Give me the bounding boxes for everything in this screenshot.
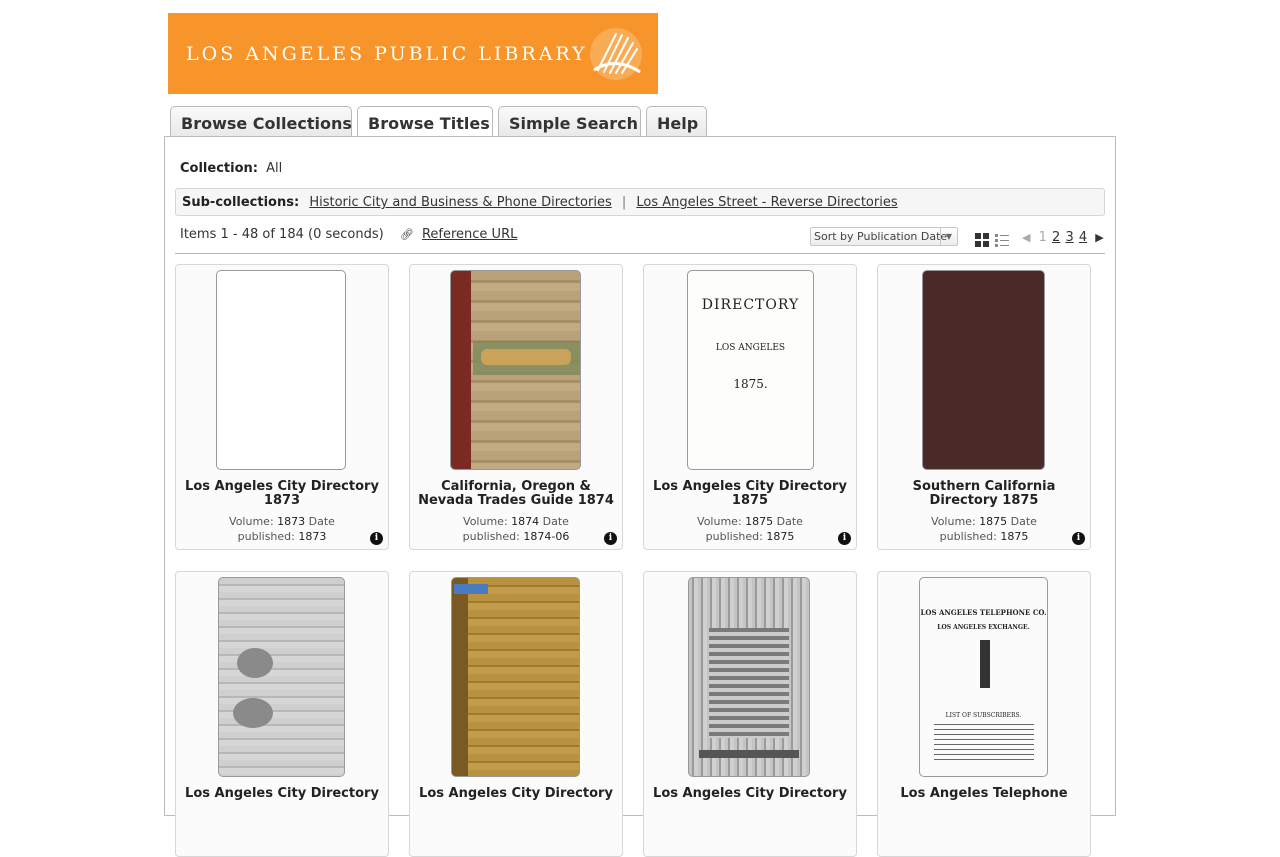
- item-meta: Volume: 1875 Date published: 1875: [697, 515, 803, 543]
- item-thumbnail[interactable]: [218, 577, 345, 777]
- item-card[interactable]: Los Angeles City Directory: [643, 571, 857, 857]
- page-link-3[interactable]: 3: [1065, 230, 1073, 245]
- item-card[interactable]: Los Angeles City Directory: [175, 571, 389, 857]
- grid-view-icon[interactable]: [975, 233, 989, 247]
- info-icon[interactable]: i: [838, 532, 851, 545]
- item-title[interactable]: Los Angeles Telephone: [884, 787, 1084, 801]
- item-title[interactable]: Los Angeles City Directory: [416, 787, 616, 801]
- item-thumbnail[interactable]: [688, 577, 810, 777]
- item-card[interactable]: DIRECTORY LOS ANGELES 1875. Los Angeles …: [643, 264, 857, 550]
- reference-url-link[interactable]: Reference URL: [422, 227, 517, 242]
- collection-value: All: [266, 161, 283, 176]
- pagination: ◀ 1 2 3 4 ▶: [1022, 230, 1104, 245]
- item-thumbnail[interactable]: [922, 270, 1045, 470]
- subcollection-link-street[interactable]: Los Angeles Street - Reverse Directories: [636, 195, 897, 210]
- item-meta: Volume: 1875 Date published: 1875: [931, 515, 1037, 543]
- item-title[interactable]: Los Angeles City Directory 1875: [650, 480, 850, 508]
- next-page-icon[interactable]: ▶: [1095, 231, 1103, 244]
- item-thumbnail[interactable]: [451, 577, 580, 777]
- item-title[interactable]: Los Angeles City Directory: [650, 787, 850, 801]
- item-title[interactable]: California, Oregon & Nevada Trades Guide…: [416, 480, 616, 508]
- page-link-2[interactable]: 2: [1052, 230, 1060, 245]
- content-panel: Collection: All Sub-collections: Histori…: [164, 136, 1116, 857]
- previous-page-icon[interactable]: ◀: [1022, 231, 1030, 244]
- item-card[interactable]: Los Angeles City Directory 1873 Volume: …: [175, 264, 389, 550]
- item-meta: Volume: 1873 Date published: 1873: [229, 515, 335, 543]
- subcollection-separator: |: [621, 195, 627, 210]
- item-card[interactable]: Southern California Directory 1875 Volum…: [877, 264, 1091, 550]
- item-title[interactable]: Southern California Directory 1875: [884, 480, 1084, 508]
- item-meta: Volume: 1874 Date published: 1874-06: [462, 515, 570, 543]
- library-logo-icon: [590, 28, 642, 80]
- library-banner[interactable]: LOS ANGELES PUBLIC LIBRARY: [168, 13, 658, 94]
- sort-select[interactable]: Sort by Publication Date ▼: [810, 227, 958, 246]
- item-title[interactable]: Los Angeles City Directory: [182, 787, 382, 801]
- results-summary: Items 1 - 48 of 184 (0 seconds): [180, 227, 384, 242]
- item-card[interactable]: California, Oregon & Nevada Trades Guide…: [409, 264, 623, 550]
- link-icon: 🔗︎: [399, 228, 414, 241]
- item-card[interactable]: Los Angeles City Directory: [409, 571, 623, 857]
- list-view-icon[interactable]: [995, 233, 1009, 247]
- current-page: 1: [1038, 230, 1047, 245]
- item-thumbnail[interactable]: LOS ANGELES TELEPHONE CO. LOS ANGELES EX…: [919, 577, 1048, 777]
- page-link-4[interactable]: 4: [1079, 230, 1087, 245]
- results-summary-line: Items 1 - 48 of 184 (0 seconds) 🔗︎ Refer…: [180, 227, 517, 242]
- info-icon[interactable]: i: [604, 532, 617, 545]
- tab-browse-collections[interactable]: Browse Collections: [170, 106, 352, 136]
- library-name: LOS ANGELES PUBLIC LIBRARY: [186, 43, 588, 65]
- tab-simple-search[interactable]: Simple Search: [498, 106, 641, 136]
- chevron-down-icon: ▼: [940, 228, 957, 245]
- sort-selected-value: Sort by Publication Date: [814, 230, 948, 243]
- subcollection-link-historic[interactable]: Historic City and Business & Phone Direc…: [309, 195, 611, 210]
- divider: [175, 253, 1105, 254]
- item-thumbnail[interactable]: DIRECTORY LOS ANGELES 1875.: [687, 270, 814, 470]
- tab-help[interactable]: Help: [646, 106, 707, 136]
- info-icon[interactable]: i: [370, 532, 383, 545]
- collection-label: Collection:: [180, 161, 258, 176]
- tab-browse-titles[interactable]: Browse Titles: [357, 106, 493, 137]
- item-thumbnail[interactable]: [450, 270, 581, 470]
- item-thumbnail[interactable]: [216, 270, 346, 470]
- item-title[interactable]: Los Angeles City Directory 1873: [182, 480, 382, 508]
- item-card[interactable]: LOS ANGELES TELEPHONE CO. LOS ANGELES EX…: [877, 571, 1091, 857]
- subcollections-label: Sub-collections:: [182, 195, 300, 210]
- collection-line: Collection: All: [180, 161, 282, 176]
- subcollections-bar: Sub-collections: Historic City and Busin…: [175, 188, 1105, 216]
- info-icon[interactable]: i: [1072, 532, 1085, 545]
